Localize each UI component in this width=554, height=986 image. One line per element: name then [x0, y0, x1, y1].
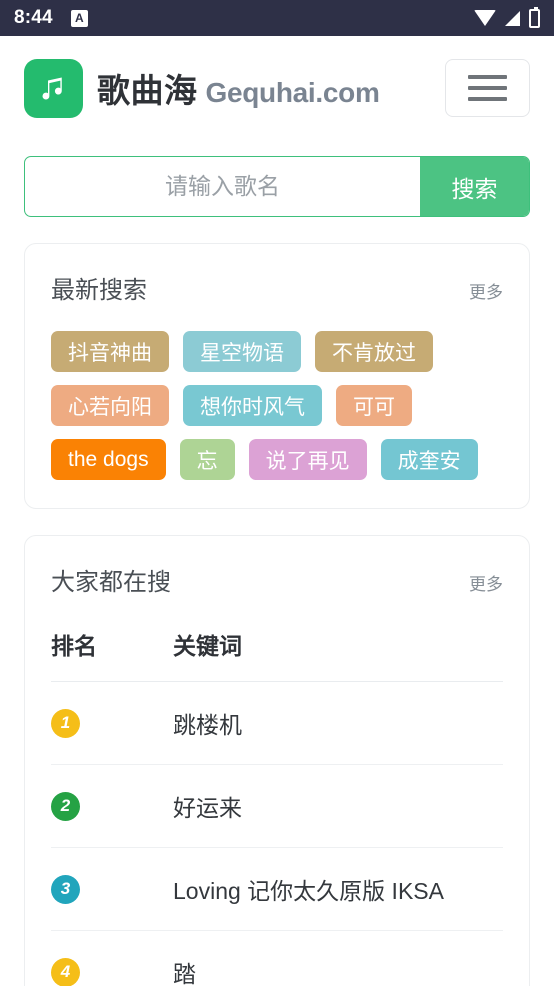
- popular-searches-more-link[interactable]: 更多: [469, 570, 503, 595]
- brand-title[interactable]: 歌曲海 Gequhai.com: [97, 64, 380, 112]
- rank-cell: 1: [51, 681, 173, 765]
- search-tag[interactable]: 可可: [336, 385, 412, 426]
- table-header: 排名 关键词: [51, 605, 503, 682]
- table-row[interactable]: 4踏: [51, 930, 503, 986]
- column-header-rank: 排名: [51, 605, 173, 682]
- search-tag[interactable]: the dogs: [51, 439, 166, 480]
- brand-name-cn: 歌曲海: [97, 72, 198, 109]
- keyword-cell: 跳楼机: [173, 681, 503, 765]
- rank-cell: 4: [51, 930, 173, 986]
- latest-searches-card: 最新搜索 更多 抖音神曲 星空物语 不肯放过心若向阳 想你时风气 可可 the dogs 忘…: [24, 243, 530, 509]
- site-header: 歌曲海 Gequhai.com: [24, 36, 530, 140]
- wifi-icon: [474, 10, 496, 26]
- search-button[interactable]: 搜索: [420, 157, 529, 216]
- app-notification-icon: A: [70, 9, 88, 27]
- keyword-link[interactable]: Loving 记你太久原版 IKSA: [173, 878, 444, 904]
- keyword-cell: Loving 记你太久原版 IKSA: [173, 847, 503, 931]
- status-bar: 8:44 A: [0, 0, 554, 36]
- popular-searches-card: 大家都在搜 更多 排名 关键词 1 跳楼机 2 好运来 3 Loving 记你太久原版 I…: [24, 535, 530, 986]
- search-bar: 搜索: [24, 156, 530, 217]
- rank-cell: 2: [51, 764, 173, 848]
- search-tag[interactable]: 抖音神曲: [51, 331, 169, 372]
- table-row[interactable]: 2 好运来: [51, 764, 503, 848]
- search-tag[interactable]: 成奎安: [380, 439, 478, 480]
- keyword-link[interactable]: 跳楼机: [173, 712, 242, 738]
- rank-cell: 3: [51, 847, 173, 931]
- column-header-keyword: 关键词: [173, 605, 503, 682]
- rank-badge: 1: [51, 708, 80, 738]
- battery-charging-icon: [529, 6, 540, 28]
- rank-badge: 2: [51, 791, 80, 821]
- music-note-icon[interactable]: [24, 58, 83, 118]
- cellular-signal-icon: [505, 10, 520, 26]
- search-tag[interactable]: 忘: [179, 439, 235, 480]
- keyword-cell: 好运来: [173, 764, 503, 848]
- hamburger-menu-icon[interactable]: [445, 59, 530, 117]
- keyword-link[interactable]: 踏: [173, 961, 196, 986]
- menu-line-3: [468, 97, 507, 101]
- keyword-link[interactable]: 好运来: [173, 795, 242, 821]
- page-body: 歌曲海 Gequhai.com 搜索 最新搜索 更多 抖音神曲星空物语不肯放过心…: [0, 36, 554, 986]
- status-bar-indicators: [474, 6, 540, 28]
- popular-searches-table: 排名 关键词 1 跳楼机 2 好运来 3 Loving 记你太久原版 IKSA 4 踏: [51, 605, 503, 986]
- brand-name-en: Gequhai.com: [205, 77, 380, 108]
- table-body: 1 跳楼机 2 好运来 3 Loving 记你太久原版 IKSA 4 踏: [51, 681, 503, 986]
- menu-line-2: [468, 86, 507, 90]
- search-tag[interactable]: 说了再见: [248, 439, 367, 480]
- table-header-row: 排名 关键词: [51, 605, 503, 682]
- latest-searches-more-link[interactable]: 更多: [469, 278, 503, 303]
- search-input[interactable]: [25, 157, 420, 216]
- keyword-cell: 踏: [173, 930, 503, 986]
- table-row[interactable]: 1 跳楼机: [51, 681, 503, 765]
- table-row[interactable]: 3 Loving 记你太久原版 IKSA: [51, 847, 503, 931]
- popular-searches-header: 大家都在搜 更多: [51, 562, 503, 597]
- latest-searches-tag-list: 抖音神曲 星空物语 不肯放过心若向阳 想你时风气 可可 the dogs 忘说了再见 成奎安: [51, 331, 503, 480]
- menu-line-1: [468, 75, 507, 79]
- status-bar-clock: 8:44: [14, 7, 53, 28]
- rank-badge: 4: [51, 957, 80, 986]
- rank-badge: 3: [51, 874, 80, 904]
- search-tag[interactable]: 心若向阳: [51, 385, 169, 426]
- search-tag[interactable]: 不肯放过: [315, 331, 433, 372]
- latest-searches-header: 最新搜索 更多: [51, 270, 503, 305]
- search-tag[interactable]: 星空物语: [183, 331, 301, 372]
- search-tag[interactable]: 想你时风气: [183, 385, 322, 426]
- latest-searches-title: 最新搜索: [51, 277, 147, 304]
- popular-searches-title: 大家都在搜: [51, 569, 171, 596]
